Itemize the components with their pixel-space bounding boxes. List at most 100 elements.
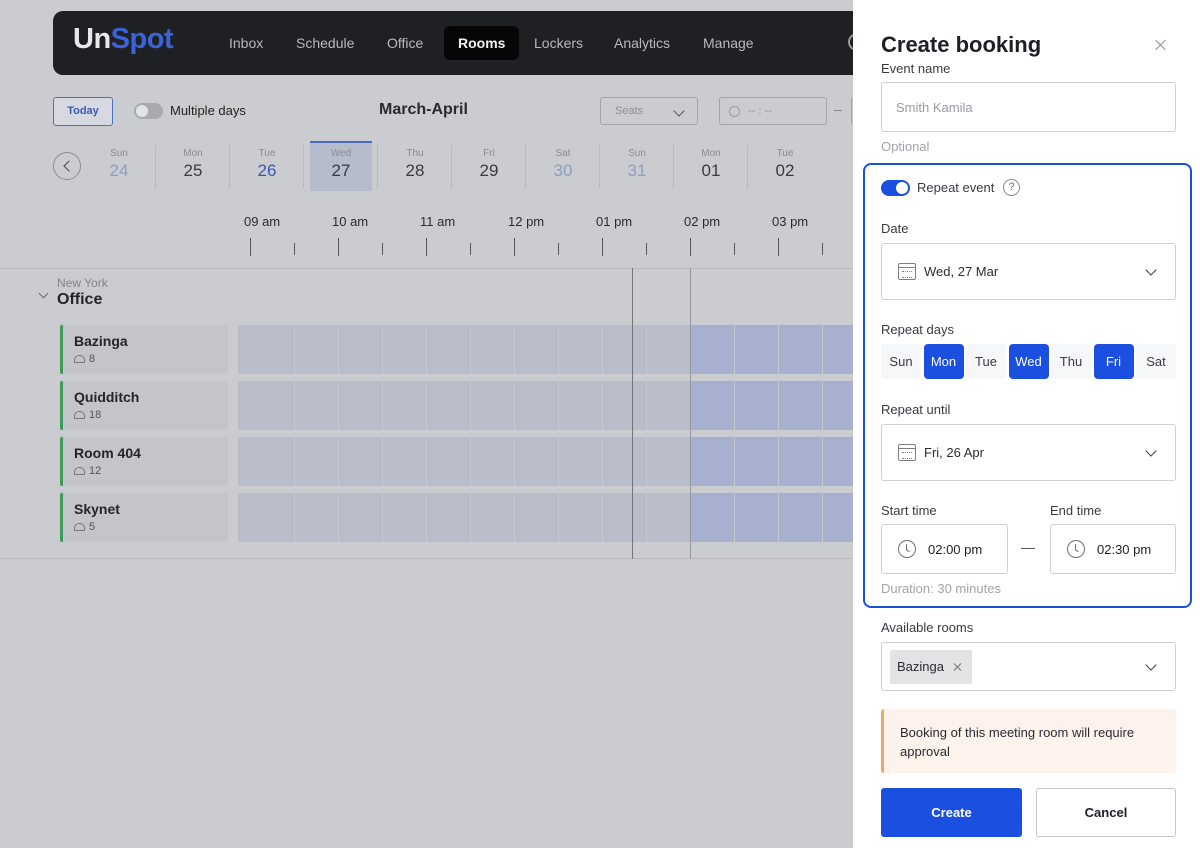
previous-days-button[interactable]: [53, 152, 81, 180]
room-chip: Bazinga: [890, 650, 972, 684]
repeat-event-label: Repeat event: [917, 180, 995, 195]
people-icon: [74, 411, 85, 419]
end-time-label: End time: [1050, 503, 1102, 518]
people-icon: [74, 467, 85, 475]
day-name: Mon: [701, 148, 721, 159]
close-icon[interactable]: [1154, 38, 1168, 52]
nav-rooms[interactable]: Rooms: [444, 26, 520, 60]
nav-analytics[interactable]: Analytics: [600, 26, 684, 60]
day-number: 28: [405, 161, 425, 180]
day-column[interactable]: Sun 24: [88, 141, 150, 191]
repeat-day-thu[interactable]: Thu: [1051, 344, 1091, 379]
room-timeline-row[interactable]: [238, 437, 853, 486]
grid-line: [646, 325, 647, 543]
room-name: Bazinga: [74, 333, 128, 349]
room-card[interactable]: Quidditch 18: [60, 381, 228, 430]
room-capacity: 8: [74, 353, 95, 365]
nav-manage[interactable]: Manage: [689, 26, 768, 60]
day-name: Sun: [628, 148, 646, 159]
time-range-dash: [1021, 548, 1035, 550]
unspot-logo[interactable]: UnSpot: [73, 23, 174, 56]
hour-tick: [514, 238, 515, 256]
cancel-button[interactable]: Cancel: [1036, 788, 1176, 837]
location-city: New York: [57, 276, 108, 290]
multiple-days-label: Multiple days: [170, 103, 246, 118]
room-name: Skynet: [74, 501, 120, 517]
start-time-filter[interactable]: -- : --: [719, 97, 827, 125]
day-column[interactable]: Fri 29: [458, 141, 520, 191]
multiple-days-toggle[interactable]: [134, 103, 163, 119]
room-timeline-row[interactable]: [238, 493, 853, 542]
seats-select[interactable]: Seats: [600, 97, 698, 125]
repeat-day-fri[interactable]: Fri: [1093, 344, 1134, 379]
time-separator: [834, 110, 842, 111]
half-hour-tick: [382, 243, 383, 255]
hour-label: 09 am: [244, 214, 281, 229]
day-number: 24: [109, 161, 129, 180]
day-number: 26: [257, 161, 277, 180]
nav-office[interactable]: Office: [373, 26, 437, 60]
day-divider: [451, 145, 452, 189]
day-divider: [303, 145, 304, 189]
day-column[interactable]: Mon 25: [162, 141, 224, 191]
grid-line: [382, 325, 383, 543]
repeat-days-selector: Sun Mon Tue Wed Thu Fri Sat: [881, 344, 1176, 380]
room-card[interactable]: Room 404 12: [60, 437, 228, 486]
repeat-event-toggle[interactable]: [881, 180, 910, 196]
available-rooms-select[interactable]: Bazinga: [881, 642, 1176, 691]
start-time-input[interactable]: 02:00 pm: [881, 524, 1008, 574]
room-capacity: 12: [74, 465, 101, 477]
repeat-day-mon[interactable]: Mon: [923, 344, 964, 379]
hour-tick: [338, 238, 339, 256]
clock-icon: [1067, 540, 1085, 558]
day-name: Wed: [330, 148, 352, 159]
end-time-input[interactable]: 02:30 pm: [1050, 524, 1176, 574]
today-button[interactable]: Today: [53, 97, 113, 126]
day-number: 31: [627, 161, 647, 180]
selection-line: [690, 268, 691, 559]
grid-line: [514, 325, 515, 543]
room-timeline-row[interactable]: [238, 325, 853, 374]
remove-icon[interactable]: [953, 662, 963, 672]
hour-label: 01 pm: [596, 214, 633, 229]
nav-inbox[interactable]: Inbox: [215, 26, 277, 60]
repeat-day-wed[interactable]: Wed: [1008, 344, 1049, 379]
people-icon: [74, 523, 85, 531]
day-column[interactable]: Wed 27: [310, 141, 372, 191]
month-title: March-April: [379, 101, 468, 118]
grid-line: [294, 325, 295, 543]
event-name-input[interactable]: Smith Kamila: [881, 82, 1176, 132]
nav-schedule[interactable]: Schedule: [282, 26, 368, 60]
event-name-label: Event name: [881, 61, 951, 76]
selected-slot: [690, 437, 853, 486]
chevron-down-icon: [1145, 659, 1157, 671]
current-time-line: [632, 268, 633, 559]
help-icon[interactable]: ?: [1003, 179, 1020, 196]
event-name-hint: Optional: [881, 139, 930, 154]
day-column[interactable]: Sun 31: [606, 141, 668, 191]
date-picker[interactable]: Wed, 27 Mar: [881, 243, 1176, 300]
day-column[interactable]: Tue 26: [236, 141, 298, 191]
grid-line: [426, 325, 427, 543]
room-timeline-row[interactable]: [238, 381, 853, 430]
clock-icon: [898, 540, 916, 558]
hour-label: 02 pm: [684, 214, 721, 229]
day-column[interactable]: Tue 02: [754, 141, 816, 191]
day-column[interactable]: Thu 28: [384, 141, 446, 191]
repeat-until-label: Repeat until: [881, 402, 951, 417]
day-number: 27: [331, 161, 351, 180]
repeat-until-picker[interactable]: Fri, 26 Apr: [881, 424, 1176, 481]
repeat-day-sat[interactable]: Sat: [1136, 344, 1176, 379]
grid-line: [822, 325, 823, 543]
nav-lockers[interactable]: Lockers: [520, 26, 597, 60]
repeat-day-sun[interactable]: Sun: [881, 344, 921, 379]
repeat-day-tue[interactable]: Tue: [966, 344, 1006, 379]
day-name: Sat: [555, 148, 571, 159]
create-button[interactable]: Create: [881, 788, 1022, 837]
room-card[interactable]: Skynet 5: [60, 493, 228, 542]
day-column[interactable]: Mon 01: [680, 141, 742, 191]
selected-slot: [690, 325, 853, 374]
room-card[interactable]: Bazinga 8: [60, 325, 228, 374]
chevron-down-icon: [1145, 264, 1157, 276]
day-column[interactable]: Sat 30: [532, 141, 594, 191]
